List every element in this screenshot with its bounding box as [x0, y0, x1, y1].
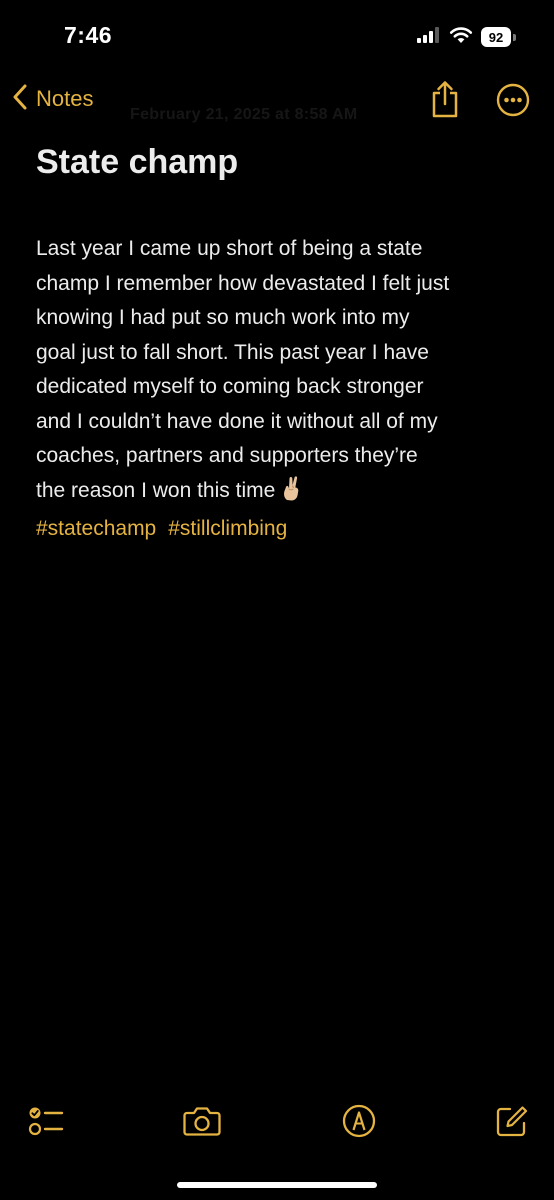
- wifi-icon: [449, 26, 473, 49]
- hashtag-stillclimbing[interactable]: #stillclimbing: [168, 517, 287, 540]
- cellular-signal-icon: [417, 26, 441, 48]
- note-body-line: champ I remember how devastated I felt j…: [36, 271, 450, 295]
- back-button-label: Notes: [36, 86, 94, 111]
- camera-icon: [183, 1107, 221, 1136]
- status-indicators: 92: [417, 26, 516, 48]
- note-body-line: the reason I won this time: [36, 478, 276, 502]
- markup-pen-icon: [342, 1104, 376, 1138]
- chevron-left-icon: [12, 84, 28, 115]
- note-body-line: Last year I came up short of being a sta…: [36, 237, 423, 260]
- battery-tip: [513, 33, 516, 41]
- note-body-line: coaches, partners and supporters they’re: [36, 444, 418, 467]
- battery-indicator: 92: [481, 27, 516, 47]
- markup-button[interactable]: [339, 1101, 379, 1141]
- back-to-notes-button[interactable]: Notes: [12, 84, 93, 114]
- compose-button[interactable]: [492, 1101, 532, 1141]
- note-body[interactable]: Last year I came up short of being a sta…: [36, 232, 528, 547]
- status-time: 7:46: [64, 22, 113, 48]
- checklist-button[interactable]: [26, 1101, 66, 1141]
- share-icon: [432, 81, 458, 118]
- note-date: February 21, 2025 at 8:58 AM: [130, 106, 358, 123]
- note-body-line: dedicated myself to coming back stronger: [36, 375, 424, 398]
- crossed-fingers-emoji: [281, 475, 303, 513]
- note-body-last-line: the reason I won this time: [36, 474, 528, 513]
- checklist-icon: [28, 1107, 64, 1136]
- notes-screen: 7:46 92 Notes February 21, 2025 at 8:58 …: [0, 0, 554, 1200]
- share-button[interactable]: [429, 80, 461, 118]
- ellipsis-circle-icon: [496, 83, 530, 117]
- note-body-line: knowing I had put so much work into my: [36, 306, 410, 329]
- note-body-line: and I couldn’t have done it without all …: [36, 409, 438, 433]
- note-body-line: goal just to fall short. This past year …: [36, 340, 429, 364]
- note-title[interactable]: State champ: [36, 143, 238, 182]
- battery-level: 92: [481, 27, 511, 47]
- hashtag-row: #statechamp #stillclimbing: [36, 512, 528, 547]
- compose-icon: [496, 1106, 528, 1137]
- more-options-button[interactable]: [496, 83, 530, 117]
- home-indicator[interactable]: [177, 1182, 377, 1188]
- hashtag-statechamp[interactable]: #statechamp: [36, 517, 156, 540]
- camera-button[interactable]: [182, 1101, 222, 1141]
